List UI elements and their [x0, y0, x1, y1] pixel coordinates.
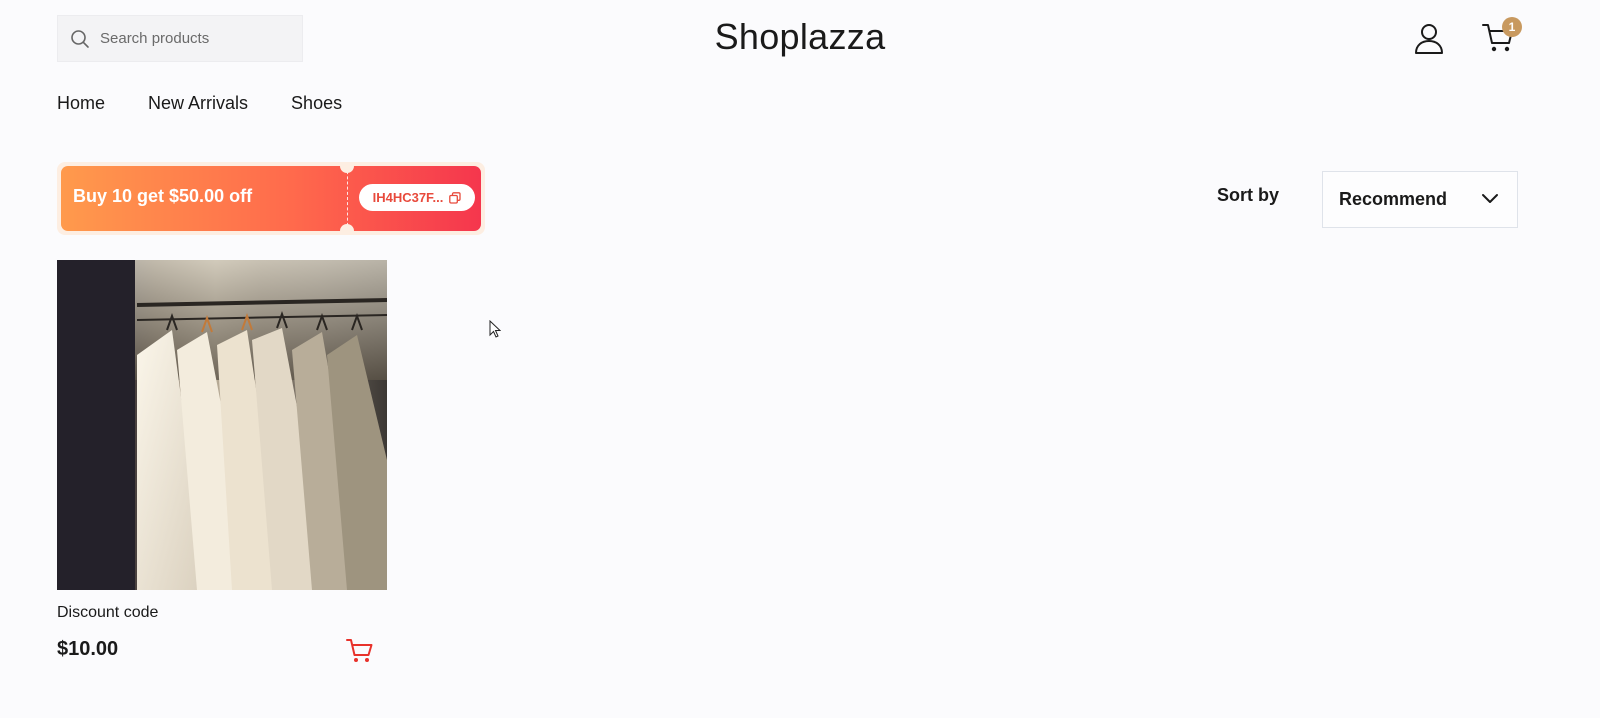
- add-to-cart-icon: [346, 639, 373, 662]
- sort-dropdown[interactable]: Recommend: [1322, 171, 1518, 228]
- product-image[interactable]: [57, 260, 387, 590]
- mouse-cursor-icon: [489, 320, 501, 338]
- coupon-card: Buy 10 get $50.00 off IH4HC37F...: [61, 166, 481, 231]
- clothes-rack-photo: [57, 260, 387, 590]
- coupon-banner: Buy 10 get $50.00 off IH4HC37F...: [57, 162, 485, 235]
- product-price: $10.00: [57, 638, 119, 660]
- coupon-divider: [347, 166, 348, 231]
- product-title[interactable]: Discount code: [57, 604, 387, 622]
- copy-icon: [449, 191, 462, 204]
- nav-item-shoes[interactable]: Shoes: [291, 93, 342, 114]
- chevron-down-icon: [1482, 194, 1498, 203]
- account-button[interactable]: [1413, 22, 1445, 54]
- coupon-code: IH4HC37F...: [372, 190, 444, 205]
- nav-item-home[interactable]: Home: [57, 93, 105, 114]
- main-nav: Home New Arrivals Shoes: [57, 93, 385, 114]
- cart-count-badge: 1: [1502, 17, 1522, 37]
- coupon-notch-bottom: [340, 224, 354, 231]
- sort-label: Sort by: [1217, 185, 1280, 205]
- product-card[interactable]: Discount code $10.00: [57, 260, 387, 664]
- user-icon: [1415, 24, 1443, 54]
- coupon-title: Buy 10 get $50.00 off: [73, 186, 253, 206]
- store-logo-title[interactable]: Shoplazza: [715, 16, 886, 57]
- search-box[interactable]: [57, 15, 303, 62]
- add-to-cart-button[interactable]: [346, 638, 374, 664]
- coupon-notch-top: [340, 166, 354, 173]
- nav-item-new-arrivals[interactable]: New Arrivals: [148, 93, 248, 114]
- copy-coupon-code-button[interactable]: IH4HC37F...: [359, 184, 475, 211]
- sort-selected-value: Recommend: [1339, 189, 1448, 209]
- search-icon: [71, 29, 89, 48]
- search-input[interactable]: [100, 30, 290, 47]
